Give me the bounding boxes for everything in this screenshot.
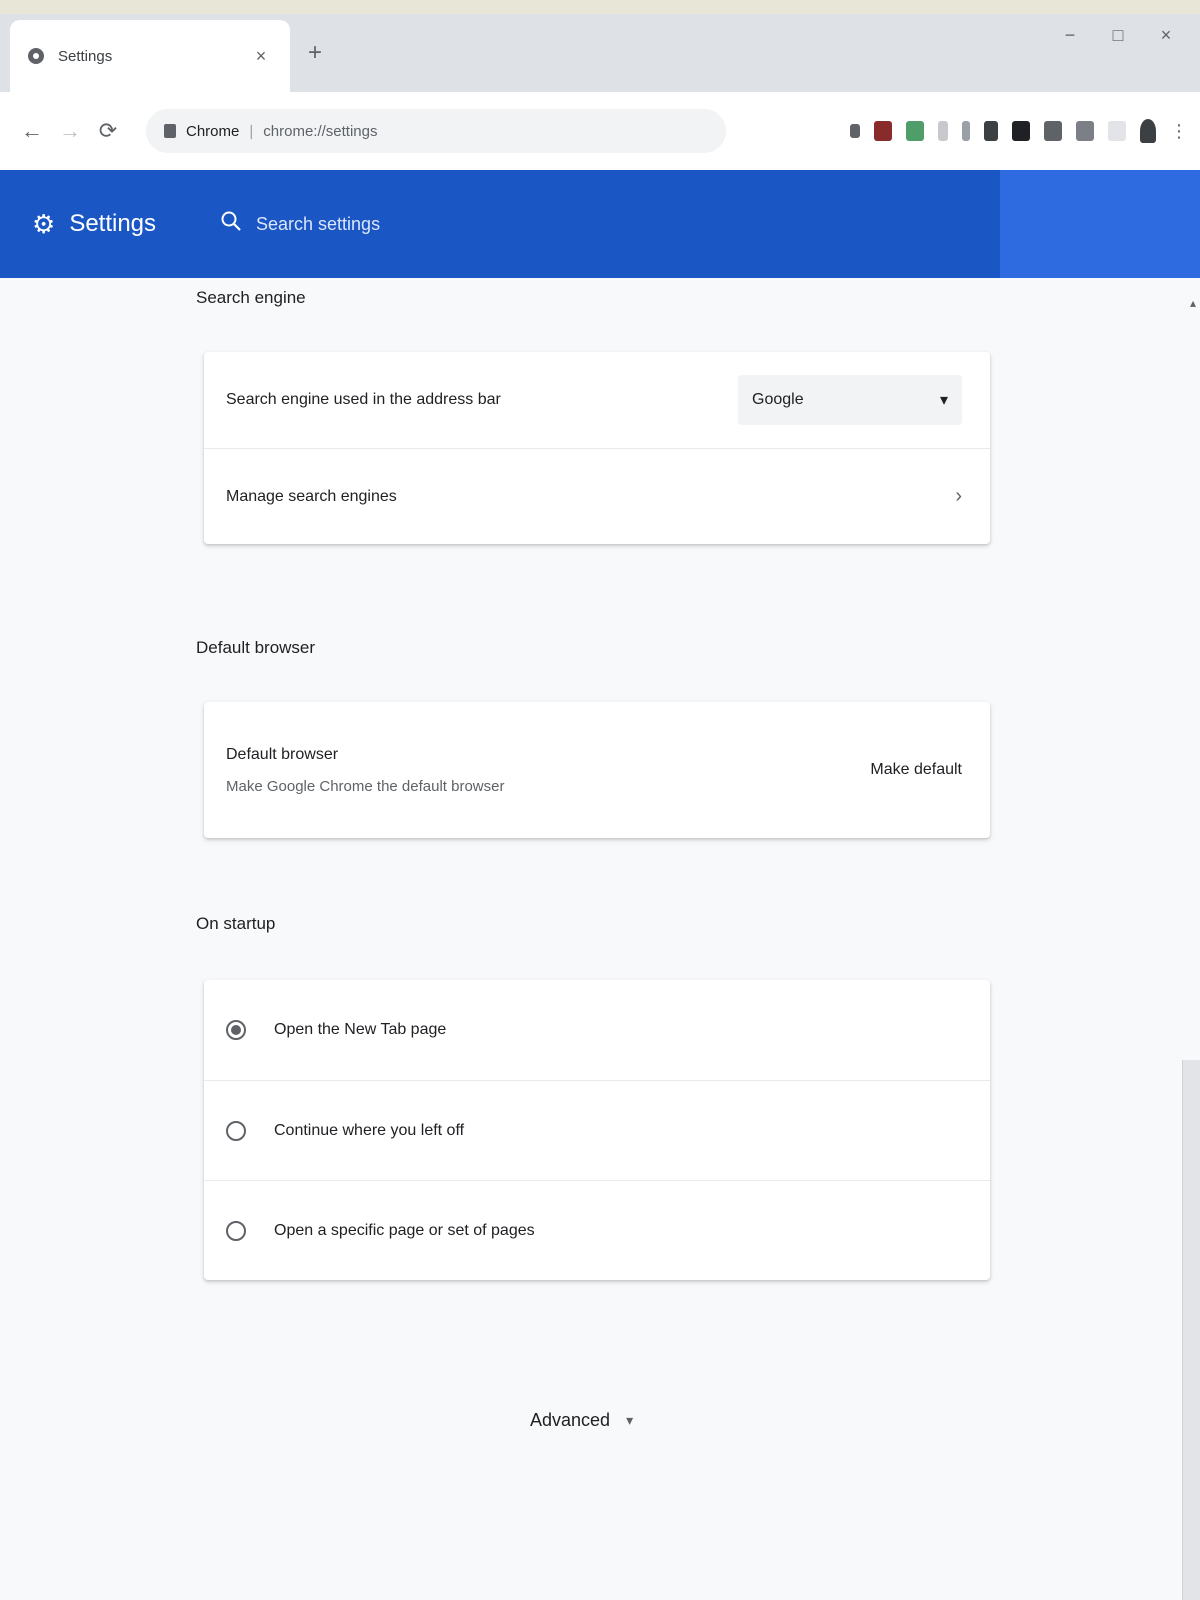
extension-info-icon[interactable] bbox=[984, 121, 998, 141]
default-browser-row-subtitle: Make Google Chrome the default browser bbox=[226, 777, 505, 795]
settings-brand: ⚙ Settings bbox=[0, 209, 200, 240]
dropdown-arrow-icon: ▾ bbox=[939, 392, 948, 409]
extension-light-icon[interactable] bbox=[1108, 121, 1126, 141]
extension-red-icon[interactable] bbox=[874, 121, 892, 141]
profile-avatar[interactable] bbox=[1140, 119, 1156, 143]
manage-search-engines-row[interactable]: Manage search engines › bbox=[204, 448, 990, 544]
title-bar bbox=[0, 0, 1200, 14]
search-engine-selected: Google bbox=[752, 391, 804, 408]
chrome-page-icon bbox=[164, 124, 176, 138]
tab-strip: Settings × + − □ × bbox=[0, 0, 1200, 92]
default-browser-row-title: Default browser bbox=[226, 745, 339, 763]
search-input[interactable] bbox=[256, 213, 576, 235]
minimize-icon[interactable]: − bbox=[1050, 20, 1090, 50]
section-title-search-engine: Search engine bbox=[196, 288, 306, 307]
startup-option-label: Open a specific page or set of pages bbox=[274, 1221, 535, 1239]
startup-option-specific-pages[interactable]: Open a specific page or set of pages bbox=[204, 1180, 990, 1280]
extension-puzzle-icon[interactable] bbox=[1076, 121, 1094, 141]
header-right-panel bbox=[1000, 170, 1200, 278]
forward-icon[interactable]: → bbox=[52, 113, 88, 149]
tab-title: Settings bbox=[58, 47, 113, 65]
settings-header: ⚙ Settings bbox=[0, 170, 1200, 278]
search-engine-select[interactable]: Google ▾ bbox=[738, 375, 962, 425]
maximize-icon[interactable]: □ bbox=[1098, 20, 1138, 50]
reload-icon[interactable]: ⟳ bbox=[90, 113, 126, 149]
search-engine-label: Search engine used in the address bar bbox=[226, 391, 501, 408]
extension-green-icon[interactable] bbox=[906, 121, 924, 141]
default-browser-row: Default browser Make Google Chrome the d… bbox=[204, 702, 990, 838]
extension-gray-icon[interactable] bbox=[938, 121, 948, 141]
menu-kebab-icon[interactable]: ⋮ bbox=[1170, 121, 1188, 141]
extension-shield-icon[interactable] bbox=[1044, 121, 1062, 141]
tab-settings[interactable]: Settings × bbox=[10, 20, 290, 92]
search-icon bbox=[220, 210, 242, 239]
advanced-button[interactable]: Advanced ▾ bbox=[530, 1400, 633, 1440]
default-browser-card: Default browser Make Google Chrome the d… bbox=[204, 702, 990, 838]
settings-gear-icon: ⚙ bbox=[32, 208, 56, 239]
search-engine-card: Search engine used in the address bar Go… bbox=[204, 352, 990, 544]
section-title-default-browser: Default browser bbox=[196, 638, 316, 657]
search-glyph bbox=[221, 211, 241, 231]
address-separator: | bbox=[249, 122, 254, 140]
default-browser-text: Default browser Make Google Chrome the d… bbox=[226, 746, 504, 795]
startup-option-new-tab[interactable]: Open the New Tab page bbox=[204, 980, 990, 1080]
address-bar[interactable]: Chrome | chrome://settings bbox=[146, 109, 726, 153]
startup-option-continue[interactable]: Continue where you left off bbox=[204, 1080, 990, 1180]
page-title: Settings bbox=[69, 210, 157, 237]
tab-close-icon[interactable]: × bbox=[250, 46, 272, 67]
address-origin: Chrome bbox=[186, 122, 240, 140]
chrome-favicon-icon bbox=[28, 48, 44, 64]
extension-dark-icon[interactable] bbox=[1012, 121, 1030, 141]
browser-toolbar: ← → ⟳ Chrome | chrome://settings ⋮ bbox=[0, 92, 1200, 170]
back-icon[interactable]: ← bbox=[14, 113, 50, 149]
search-settings[interactable] bbox=[200, 210, 576, 239]
startup-option-label: Continue where you left off bbox=[274, 1121, 465, 1139]
section-title-on-startup: On startup bbox=[196, 914, 276, 933]
radio-new-tab[interactable] bbox=[226, 1020, 246, 1040]
close-window-icon[interactable]: × bbox=[1146, 20, 1186, 50]
bookmark-star-icon[interactable] bbox=[850, 124, 860, 138]
manage-search-engines-label: Manage search engines bbox=[226, 487, 397, 505]
advanced-label: Advanced bbox=[530, 1409, 611, 1430]
radio-continue[interactable] bbox=[226, 1120, 246, 1141]
make-default-button[interactable]: Make default bbox=[870, 761, 962, 779]
caret-down-icon: ▾ bbox=[626, 1411, 634, 1428]
on-startup-card: Open the New Tab page Continue where you… bbox=[204, 980, 990, 1280]
scroll-up-arrow-icon[interactable]: ▴ bbox=[1190, 296, 1196, 310]
search-engine-row: Search engine used in the address bar Go… bbox=[204, 352, 990, 448]
scrollbar-thumb[interactable] bbox=[1182, 1060, 1200, 1600]
radio-specific-pages[interactable] bbox=[226, 1220, 246, 1241]
extension-music-icon[interactable] bbox=[962, 121, 970, 141]
extensions-area: ⋮ bbox=[850, 119, 1188, 143]
chevron-right-icon: › bbox=[955, 485, 962, 507]
address-path: chrome://settings bbox=[263, 122, 378, 140]
new-tab-button[interactable]: + bbox=[300, 38, 330, 68]
startup-option-label: Open the New Tab page bbox=[274, 1021, 447, 1038]
